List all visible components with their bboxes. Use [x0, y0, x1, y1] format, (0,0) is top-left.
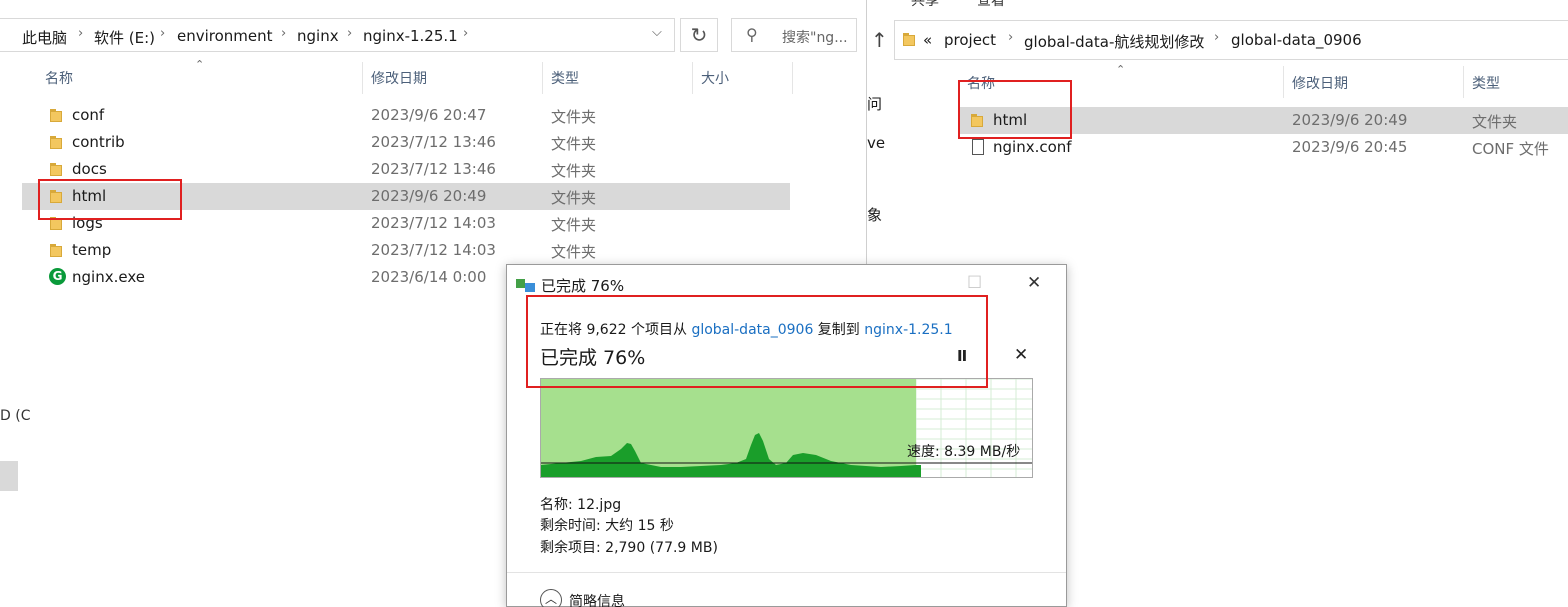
- search-placeholder: 搜索"ng...: [782, 30, 848, 46]
- breadcrumb-nginx-1-25-1[interactable]: nginx-1.25.1: [363, 27, 458, 45]
- close-icon[interactable]: ✕: [1027, 273, 1041, 293]
- refresh-icon[interactable]: ↻: [680, 18, 718, 52]
- ribbon-tab-share[interactable]: 共享: [911, 0, 939, 10]
- file-type: 文件夹: [551, 189, 597, 207]
- sort-caret-icon: ⌃: [195, 58, 205, 71]
- breadcrumb-sep-icon[interactable]: ›: [160, 26, 165, 41]
- breadcrumb-global-data-route[interactable]: global-data-航线规划修改: [1024, 31, 1204, 52]
- time-remaining: 剩余时间: 大约 15 秒: [540, 518, 674, 534]
- file-date: 2023/9/6 20:47: [371, 106, 487, 124]
- file-name: temp: [72, 241, 112, 259]
- file-date: 2023/9/6 20:49: [371, 187, 487, 205]
- fewer-details-toggle[interactable]: 简略信息: [569, 591, 625, 607]
- speed-label: 速度: 8.39 MB/秒: [907, 444, 1021, 460]
- breadcrumb-sep-icon[interactable]: ›: [463, 26, 468, 41]
- breadcrumb-nginx[interactable]: nginx: [297, 27, 339, 45]
- breadcrumb-global-data-0906[interactable]: global-data_0906: [1231, 31, 1362, 49]
- column-header-type[interactable]: 类型: [1472, 73, 1500, 93]
- dialog-title: 已完成 76%: [541, 277, 625, 295]
- file-name: contrib: [72, 133, 125, 151]
- cancel-copy-button[interactable]: ✕: [1014, 345, 1028, 365]
- search-input[interactable]: ⚲ 搜索"ng...: [731, 18, 857, 52]
- maximize-icon: ☐: [967, 273, 983, 293]
- file-name: nginx.exe: [72, 268, 145, 286]
- right-ribbon-tabs: 共享 查看: [867, 0, 1568, 10]
- file-name: conf: [72, 106, 105, 124]
- file-date: 2023/7/12 14:03: [371, 241, 496, 259]
- column-divider[interactable]: [542, 62, 543, 94]
- breadcrumb-environment[interactable]: environment: [177, 27, 273, 45]
- highlight-box-right-html: [958, 80, 1072, 139]
- column-header-date[interactable]: 修改日期: [371, 68, 427, 88]
- nav-pane-clipped-item[interactable]: ve: [867, 134, 885, 152]
- up-arrow-icon[interactable]: ↑: [871, 28, 888, 52]
- chevron-down-icon[interactable]: ⌵: [652, 25, 662, 40]
- nginx-exe-icon: G: [49, 268, 66, 285]
- column-header-type[interactable]: 类型: [551, 68, 579, 88]
- left-address-bar[interactable]: 此电脑 › 软件 (E:) › environment › nginx › ng…: [0, 18, 675, 52]
- sort-caret-icon: ⌃: [1116, 63, 1126, 76]
- folder-icon: [903, 33, 917, 46]
- transfer-speed-graph: [540, 378, 1033, 478]
- file-date: 2023/7/12 13:46: [371, 133, 496, 151]
- column-divider[interactable]: [792, 62, 793, 94]
- file-name: docs: [72, 160, 107, 178]
- highlight-box-left-html: [38, 179, 182, 220]
- column-header-date[interactable]: 修改日期: [1292, 73, 1348, 93]
- folder-icon: [50, 244, 64, 257]
- breadcrumb-sep-icon[interactable]: ›: [1008, 30, 1013, 45]
- column-divider[interactable]: [362, 62, 363, 94]
- speed-graph-svg: [541, 379, 1032, 477]
- current-file-name: 名称: 12.jpg: [540, 497, 622, 513]
- breadcrumb-overflow[interactable]: «: [923, 31, 932, 49]
- file-date: 2023/7/12 13:46: [371, 160, 496, 178]
- right-address-bar[interactable]: « project › global-data-航线规划修改 › global-…: [894, 20, 1568, 60]
- items-remaining: 剩余项目: 2,790 (77.9 MB): [540, 540, 718, 556]
- file-date: 2023/9/6 20:49: [1292, 111, 1408, 129]
- highlight-box-copy-status: [526, 295, 988, 388]
- chevron-up-icon[interactable]: ︿: [540, 589, 562, 607]
- breadcrumb-sep-icon[interactable]: ›: [78, 26, 83, 41]
- column-divider[interactable]: [1283, 66, 1284, 98]
- column-divider[interactable]: [1463, 66, 1464, 98]
- search-icon: ⚲: [746, 25, 758, 44]
- breadcrumb-sep-icon[interactable]: ›: [347, 26, 352, 41]
- column-header-size[interactable]: 大小: [701, 68, 729, 88]
- folder-icon: [50, 163, 64, 176]
- breadcrumb-drive[interactable]: 软件 (E:): [94, 27, 155, 48]
- file-row-contrib[interactable]: contrib 2023/7/12 13:46 文件夹: [22, 129, 790, 156]
- nav-pane-clipped-item[interactable]: 象: [867, 204, 882, 225]
- folder-icon: [50, 136, 64, 149]
- nav-pane-selected-stub[interactable]: [0, 461, 18, 491]
- file-type: 文件夹: [551, 216, 597, 234]
- copy-transfer-icon: [516, 279, 536, 293]
- breadcrumb-project[interactable]: project: [944, 31, 996, 49]
- dialog-footer-divider: [507, 572, 1066, 573]
- nav-pane-clipped-label[interactable]: D (C: [0, 408, 30, 424]
- file-type: 文件夹: [551, 162, 597, 180]
- breadcrumb-this-pc[interactable]: 此电脑: [22, 27, 67, 48]
- file-type: 文件夹: [1472, 113, 1518, 131]
- breadcrumb-sep-icon[interactable]: ›: [281, 26, 286, 41]
- file-type: CONF 文件: [1472, 140, 1549, 158]
- file-icon: [972, 139, 984, 155]
- file-type: 文件夹: [551, 108, 597, 126]
- folder-icon: [50, 109, 64, 122]
- nav-pane-clipped-item[interactable]: 问: [867, 93, 882, 114]
- column-header-name[interactable]: 名称: [45, 68, 73, 88]
- file-date: 2023/9/6 20:45: [1292, 138, 1408, 156]
- ribbon-tab-view[interactable]: 查看: [977, 0, 1005, 10]
- file-date: 2023/7/12 14:03: [371, 214, 496, 232]
- left-toolbar-clipped: ━━: [0, 0, 866, 10]
- file-date: 2023/6/14 0:00: [371, 268, 487, 286]
- file-row-temp[interactable]: temp 2023/7/12 14:03 文件夹: [22, 237, 790, 264]
- column-divider[interactable]: [692, 62, 693, 94]
- file-name: nginx.conf: [993, 138, 1072, 156]
- file-type: 文件夹: [551, 135, 597, 153]
- file-row-conf[interactable]: conf 2023/9/6 20:47 文件夹: [22, 102, 790, 129]
- file-type: 文件夹: [551, 243, 597, 261]
- breadcrumb-sep-icon[interactable]: ›: [1214, 30, 1219, 45]
